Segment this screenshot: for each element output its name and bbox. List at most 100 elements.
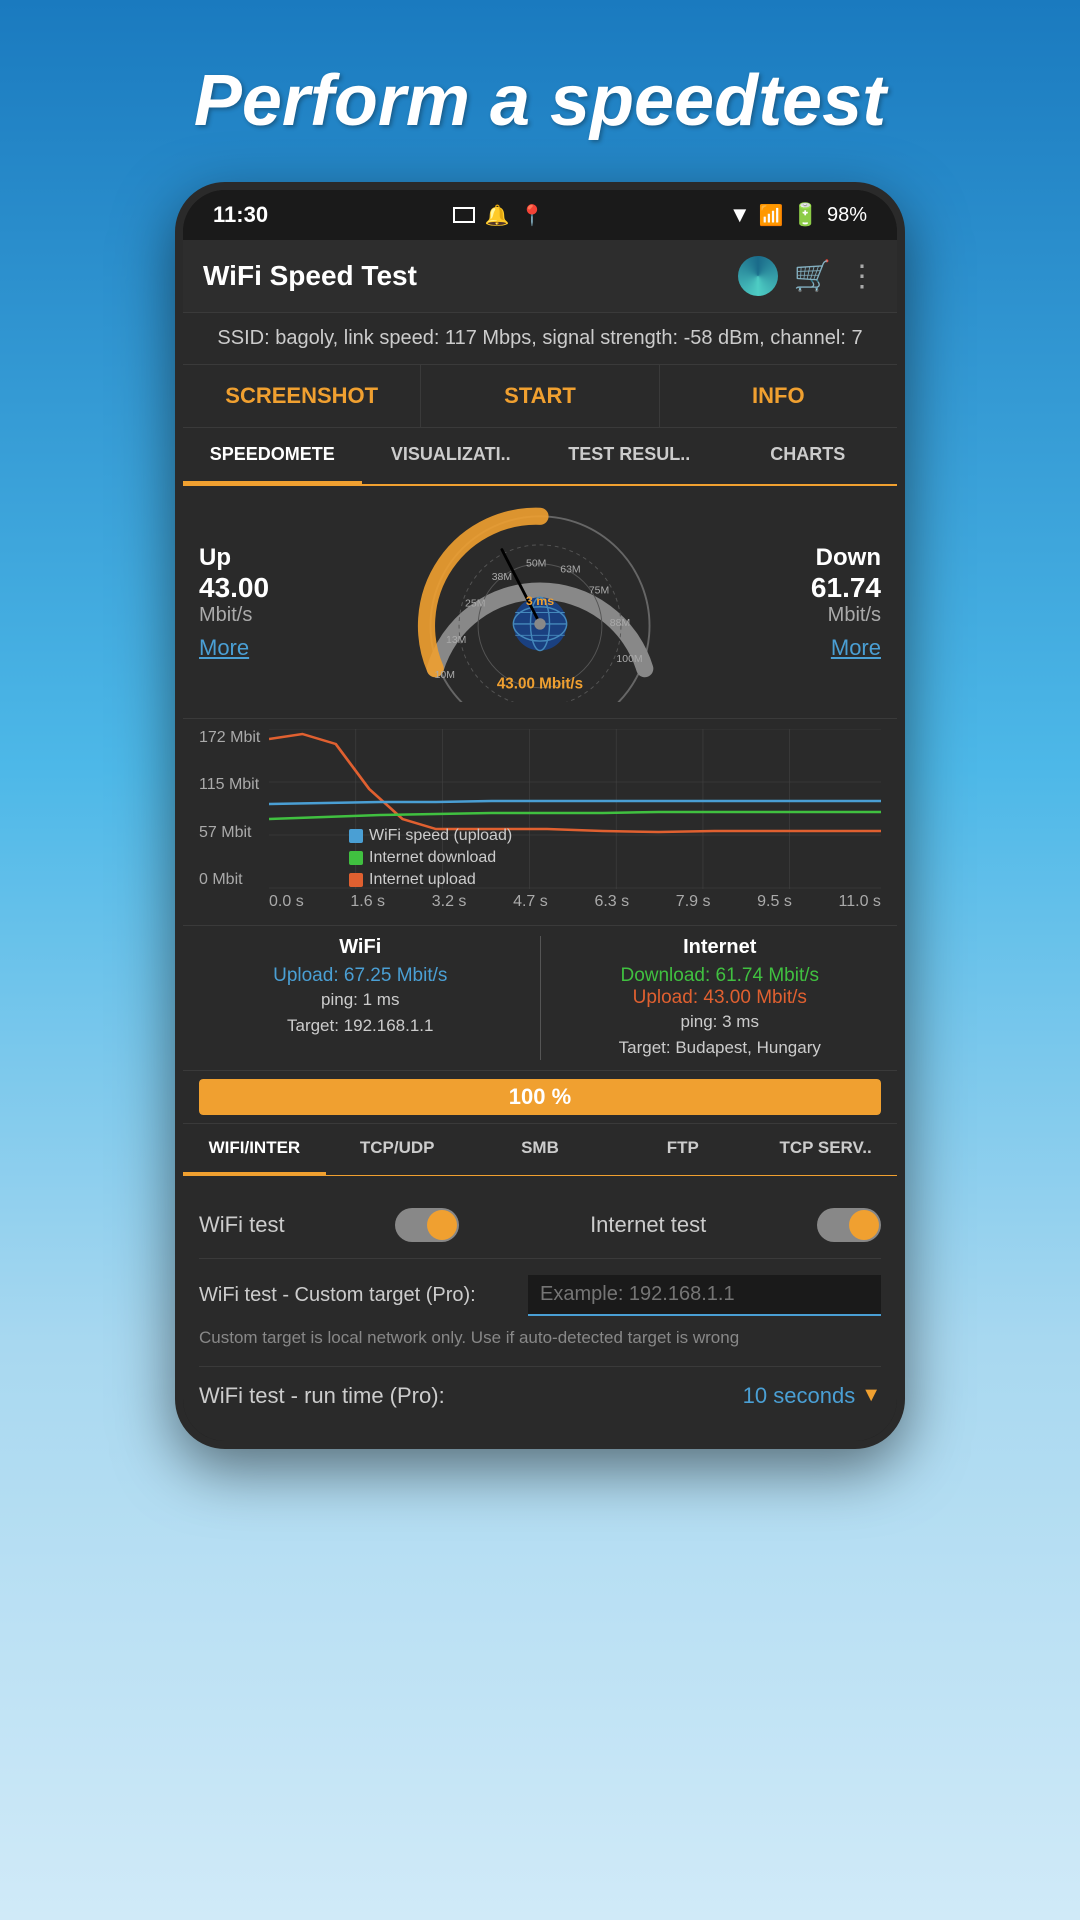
- tab-wifi-inter[interactable]: WIFI/INTER: [183, 1124, 326, 1175]
- chart-area: 172 Mbit 115 Mbit 57 Mbit 0 Mbit: [199, 729, 881, 889]
- svg-text:13M: 13M: [446, 635, 466, 646]
- status-time: 11:30: [213, 202, 268, 228]
- settings-section: WiFi test Internet test WiFi test - Cust…: [183, 1176, 897, 1441]
- custom-target-label: WiFi test - Custom target (Pro):: [199, 1284, 528, 1307]
- more-options-icon[interactable]: ⋮: [847, 259, 877, 294]
- chart-y-labels: 172 Mbit 115 Mbit 57 Mbit 0 Mbit: [199, 729, 267, 889]
- up-label: Up: [199, 544, 339, 572]
- info-button[interactable]: INFO: [660, 365, 897, 427]
- y-label-0: 172 Mbit: [199, 729, 267, 747]
- phone-frame: 11:30 🔔 📍 ▼ 📶 🔋 98% WiFi Speed Test 🛒 ⋮ …: [175, 182, 905, 1449]
- tab-charts[interactable]: CHARTS: [719, 428, 898, 484]
- legend-wifi-dot: [349, 829, 363, 843]
- legend-internet-ul-dot: [349, 873, 363, 887]
- run-time-label: WiFi test - run time (Pro):: [199, 1383, 445, 1409]
- svg-text:38M: 38M: [492, 572, 512, 583]
- screen-icon: [453, 207, 475, 223]
- wifi-target-stat: Target: 192.168.1.1: [199, 1013, 522, 1039]
- internet-stats-col: Internet Download: 61.74 Mbit/s Upload: …: [559, 936, 882, 1060]
- x-label-0: 0.0 s: [269, 893, 304, 911]
- bottom-tabs-bar: WIFI/INTER TCP/UDP SMB FTP TCP SERV..: [183, 1123, 897, 1176]
- svg-text:100M: 100M: [616, 654, 642, 665]
- run-time-row: WiFi test - run time (Pro): 10 seconds ▼: [199, 1367, 881, 1425]
- screenshot-button[interactable]: SCREENSHOT: [183, 365, 421, 427]
- down-more-link[interactable]: More: [741, 635, 881, 661]
- x-label-5: 7.9 s: [676, 893, 711, 911]
- signal-icon: 📶: [759, 203, 784, 228]
- status-icons: 🔔 📍: [453, 203, 545, 228]
- gauge-container: 3 ms 10M 13M 25M 38M 50M 63M 75M 88M 100…: [339, 502, 741, 702]
- battery-level: 98%: [827, 204, 867, 227]
- app-title: WiFi Speed Test: [203, 260, 722, 292]
- wifi-upload-stat: Upload: 67.25 Mbit/s: [199, 965, 522, 987]
- download-panel: Down 61.74 Mbit/s More: [741, 544, 881, 661]
- run-time-value: 10 seconds: [743, 1383, 856, 1409]
- wifi-ping-stat: ping: 1 ms: [199, 987, 522, 1013]
- tab-visualization[interactable]: VISUALIZATI..: [362, 428, 541, 484]
- x-label-2: 3.2 s: [432, 893, 467, 911]
- x-label-1: 1.6 s: [350, 893, 385, 911]
- svg-text:88M: 88M: [610, 618, 630, 629]
- wifi-stats-col: WiFi Upload: 67.25 Mbit/s ping: 1 ms Tar…: [199, 936, 522, 1060]
- internet-test-label: Internet test: [590, 1212, 706, 1238]
- progress-bar-section: 100 %: [183, 1070, 897, 1123]
- x-label-3: 4.7 s: [513, 893, 548, 911]
- chart-section: 172 Mbit 115 Mbit 57 Mbit 0 Mbit: [183, 718, 897, 925]
- svg-text:75M: 75M: [589, 585, 609, 596]
- gauge-svg: 3 ms 10M 13M 25M 38M 50M 63M 75M 88M 100…: [410, 502, 670, 702]
- tab-ftp[interactable]: FTP: [611, 1124, 754, 1175]
- chart-x-labels: 0.0 s 1.6 s 3.2 s 4.7 s 6.3 s 7.9 s 9.5 …: [199, 889, 881, 915]
- internet-stats-title: Internet: [559, 936, 882, 959]
- svg-text:43.00 Mbit/s: 43.00 Mbit/s: [497, 676, 583, 693]
- settings-gear-icon[interactable]: [738, 256, 778, 296]
- wifi-test-toggle[interactable]: [395, 1208, 459, 1242]
- chart-legend: WiFi speed (upload) Internet download In…: [349, 827, 512, 889]
- y-label-2: 57 Mbit: [199, 824, 267, 842]
- run-time-dropdown[interactable]: 10 seconds ▼: [743, 1383, 881, 1409]
- progress-text: 100 %: [199, 1084, 881, 1110]
- cart-icon[interactable]: 🛒: [794, 259, 831, 294]
- start-button[interactable]: START: [421, 365, 659, 427]
- svg-text:10M: 10M: [435, 670, 455, 681]
- down-label: Down: [741, 544, 881, 572]
- wifi-test-knob: [427, 1210, 457, 1240]
- internet-ping-stat: ping: 3 ms: [559, 1009, 882, 1035]
- x-label-6: 9.5 s: [757, 893, 792, 911]
- tab-tcp-udp[interactable]: TCP/UDP: [326, 1124, 469, 1175]
- internet-test-toggle[interactable]: [817, 1208, 881, 1242]
- toggle-row: WiFi test Internet test: [199, 1192, 881, 1259]
- legend-internet-dl: Internet download: [349, 849, 512, 867]
- up-unit: Mbit/s: [199, 604, 339, 627]
- divider: [540, 936, 541, 1060]
- svg-text:25M: 25M: [465, 599, 485, 610]
- svg-text:3 ms: 3 ms: [526, 594, 554, 608]
- legend-internet-dl-dot: [349, 851, 363, 865]
- custom-target-input[interactable]: [528, 1275, 881, 1316]
- speedometer-section: Up 43.00 Mbit/s More: [183, 486, 897, 718]
- status-bar: 11:30 🔔 📍 ▼ 📶 🔋 98%: [183, 190, 897, 240]
- chevron-down-icon: ▼: [861, 1384, 881, 1407]
- down-value: 61.74: [741, 572, 881, 604]
- tab-tcp-serv[interactable]: TCP SERV..: [754, 1124, 897, 1175]
- page-title: Perform a speedtest: [154, 0, 926, 182]
- tab-smb[interactable]: SMB: [469, 1124, 612, 1175]
- battery-icon: 🔋: [792, 202, 819, 228]
- down-unit: Mbit/s: [741, 604, 881, 627]
- svg-text:63M: 63M: [560, 564, 580, 575]
- legend-internet-ul: Internet upload: [349, 871, 512, 889]
- tab-test-results[interactable]: TEST RESUL..: [540, 428, 719, 484]
- up-value: 43.00: [199, 572, 339, 604]
- location-icon: 📍: [519, 203, 544, 228]
- action-buttons-row: SCREENSHOT START INFO: [183, 365, 897, 428]
- ssid-info-bar: SSID: bagoly, link speed: 117 Mbps, sign…: [183, 312, 897, 365]
- wifi-test-label: WiFi test: [199, 1212, 285, 1238]
- internet-upload-stat: Upload: 43.00 Mbit/s: [559, 987, 882, 1009]
- upload-panel: Up 43.00 Mbit/s More: [199, 544, 339, 661]
- wifi-status-icon: ▼: [729, 202, 751, 228]
- up-more-link[interactable]: More: [199, 635, 339, 661]
- status-right-icons: ▼ 📶 🔋 98%: [729, 202, 867, 228]
- app-bar: WiFi Speed Test 🛒 ⋮: [183, 240, 897, 312]
- y-label-3: 0 Mbit: [199, 871, 267, 889]
- custom-target-row: WiFi test - Custom target (Pro): Custom …: [199, 1259, 881, 1367]
- tab-speedometer[interactable]: SPEEDOMETE: [183, 428, 362, 484]
